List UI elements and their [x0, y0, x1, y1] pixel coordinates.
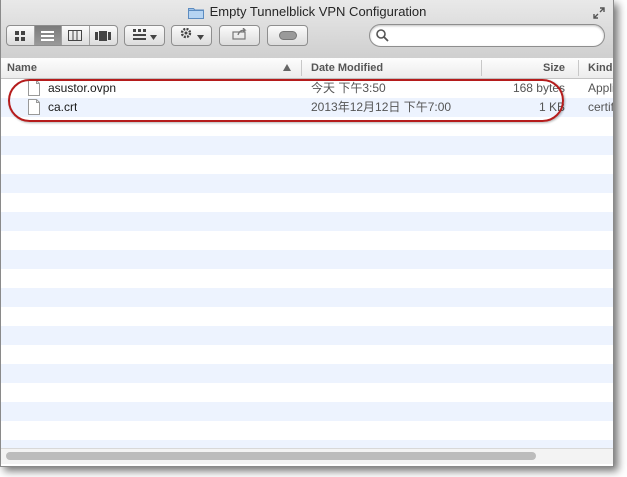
column-divider[interactable] [301, 60, 302, 76]
empty-row [1, 440, 613, 448]
column-view-icon[interactable] [62, 26, 90, 45]
empty-row [1, 250, 613, 269]
column-divider[interactable] [578, 60, 579, 76]
search-icon [376, 29, 389, 47]
list-view-icon[interactable] [34, 26, 62, 45]
empty-row [1, 193, 613, 212]
empty-row [1, 345, 613, 364]
empty-row [1, 402, 613, 421]
arrange-icon [132, 27, 146, 45]
highlight-annotation [8, 79, 564, 122]
gear-icon [179, 26, 193, 45]
finder-window: Empty Tunnelblick VPN Configuration Name… [0, 0, 614, 467]
empty-row [1, 174, 613, 193]
column-size-header[interactable]: Size [481, 58, 565, 78]
empty-row [1, 383, 613, 402]
file-kind: Applic [588, 81, 613, 95]
empty-row [1, 136, 613, 155]
column-name-header[interactable]: Name [7, 58, 297, 78]
empty-row [1, 307, 613, 326]
chevron-down-icon [197, 27, 204, 45]
empty-row [1, 155, 613, 174]
file-kind: certif [588, 100, 613, 114]
share-icon [231, 27, 248, 45]
empty-row [1, 326, 613, 345]
folder-icon [187, 6, 204, 22]
toolbar: Empty Tunnelblick VPN Configuration [1, 0, 613, 59]
coverflow-view-icon[interactable] [90, 26, 117, 45]
column-kind-label: Kind [588, 62, 613, 74]
column-date-header[interactable]: Date Modified [311, 58, 481, 78]
column-size-label: Size [542, 62, 565, 74]
column-date-label: Date Modified [311, 62, 384, 74]
file-list: asustor.ovpn 今天 下午3:50 168 bytes Applic … [1, 79, 613, 449]
scrollbar-thumb[interactable] [6, 452, 536, 460]
column-header: Name Date Modified Size Kind [1, 58, 613, 79]
view-mode-control [6, 25, 118, 46]
horizontal-scrollbar[interactable] [1, 448, 613, 464]
search-input[interactable] [392, 27, 596, 46]
window-title: Empty Tunnelblick VPN Configuration [1, 4, 613, 22]
grid-view-icon[interactable] [7, 26, 35, 45]
sort-ascending-icon [283, 58, 291, 78]
empty-row [1, 269, 613, 288]
column-kind-header[interactable]: Kind [588, 58, 613, 78]
search-field[interactable] [369, 24, 605, 47]
column-name-label: Name [7, 62, 37, 74]
empty-row [1, 212, 613, 231]
fullscreen-icon[interactable] [593, 6, 605, 24]
tag-button[interactable] [267, 25, 308, 46]
window-title-text: Empty Tunnelblick VPN Configuration [209, 4, 427, 19]
empty-row [1, 288, 613, 307]
tag-icon [278, 27, 297, 45]
action-button[interactable] [171, 25, 212, 46]
empty-row [1, 364, 613, 383]
share-button[interactable] [219, 25, 260, 46]
arrange-button[interactable] [124, 25, 165, 46]
chevron-down-icon [149, 27, 157, 45]
empty-row [1, 421, 613, 440]
empty-row [1, 231, 613, 250]
